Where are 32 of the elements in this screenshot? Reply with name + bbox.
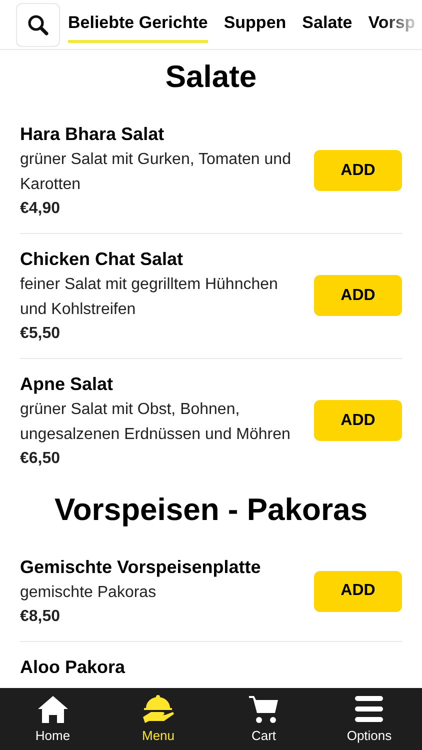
dish-price: €6,50 — [20, 448, 62, 469]
nav-tab[interactable]: Menu — [113, 694, 204, 744]
nav-tab[interactable]: Options — [324, 694, 414, 744]
add-button[interactable]: ADD — [314, 400, 402, 442]
serving-hand-icon — [141, 694, 176, 724]
section-heading: Salate — [164, 58, 258, 96]
dish-price: €4,90 — [20, 198, 62, 219]
category-tab[interactable]: Salate — [302, 6, 352, 43]
dish-name: Aloo Pakora — [20, 656, 126, 678]
category-tab[interactable]: Beliebte Gerichte — [68, 6, 208, 43]
add-button[interactable]: ADD — [314, 150, 402, 192]
dish-name: Apne Salat — [20, 372, 114, 396]
nav-tab[interactable]: Cart — [218, 694, 309, 744]
dish-description: gemischte Pakoras — [20, 582, 158, 602]
category-tab[interactable]: Vorsp — [368, 6, 416, 43]
dish-description: grüner Salat mit Gurken, Tomaten und Karotten — [20, 150, 292, 195]
dish-name: Gemischte Vorspeisenplatte — [20, 556, 262, 579]
section-heading: Vorspeisen - Pakoras — [53, 490, 368, 529]
add-button[interactable]: ADD — [314, 275, 402, 316]
dish-description: feiner Salat mit gegrilltem Hühnchen und Kohlstreifen — [20, 274, 279, 320]
cart-icon — [246, 694, 281, 724]
nav-tab[interactable]: Home — [8, 694, 98, 744]
search-button[interactable] — [16, 2, 60, 46]
search-icon — [27, 14, 49, 36]
house-icon — [36, 694, 70, 724]
category-tab[interactable]: Suppen — [224, 6, 286, 43]
dish-description: grüner Salat mit Obst, Bohnen, ungesalzenen Erdnüssen und Möhren — [20, 400, 292, 445]
dish-price: €5,50 — [20, 324, 62, 344]
dish-name: Chicken Chat Salat — [20, 248, 184, 271]
dish-name: Hara Bhara Salat — [20, 122, 166, 146]
dish-price: €8,50 — [20, 606, 62, 626]
add-button[interactable]: ADD — [314, 570, 402, 612]
